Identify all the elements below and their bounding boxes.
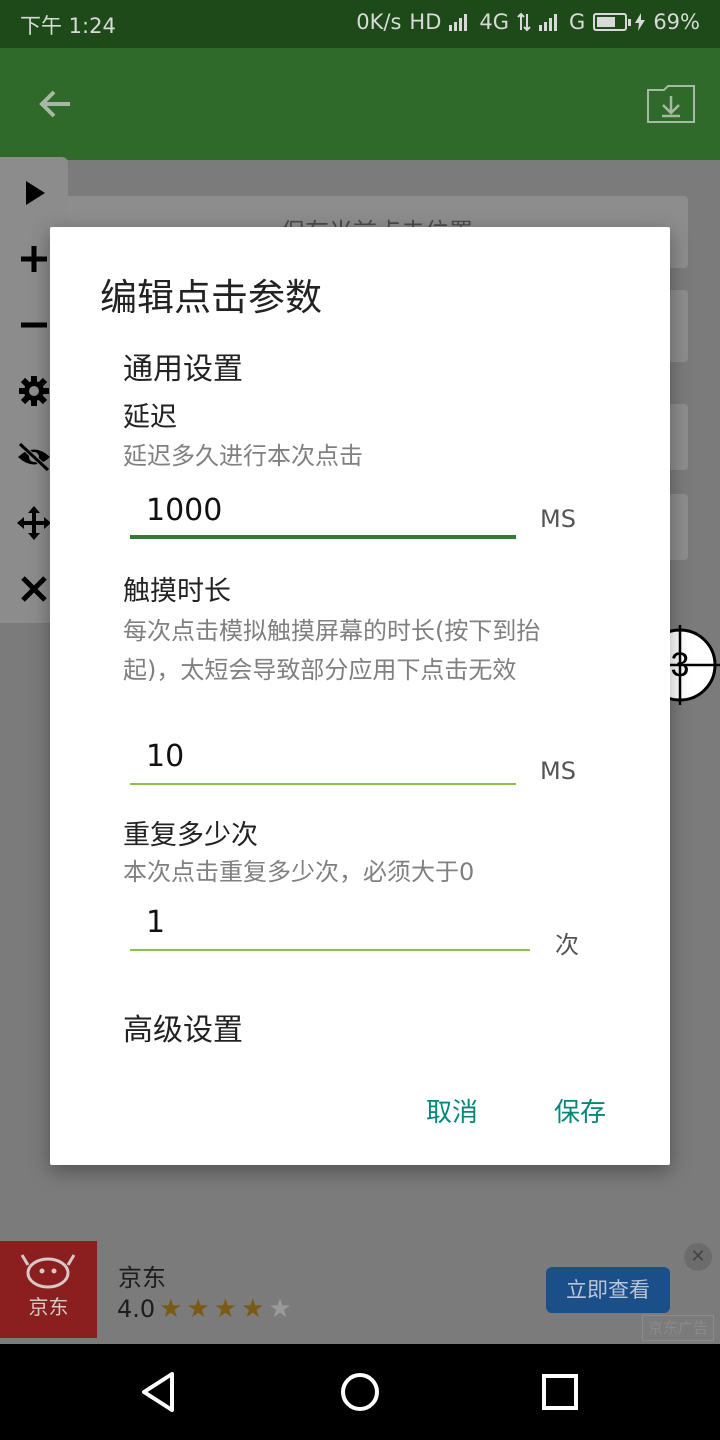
battery-percent: 69% (653, 10, 700, 34)
home-circle-icon[interactable] (336, 1368, 384, 1416)
charging-icon (635, 13, 646, 31)
touch-duration-input[interactable]: 10 (130, 735, 516, 785)
star-icon: ★ (186, 1294, 214, 1324)
ad-tag: 京东广告 (642, 1315, 714, 1341)
signal-icon (449, 14, 468, 31)
save-button[interactable]: 保存 (554, 1092, 606, 1129)
rating-stars: ★★★★★ (159, 1294, 296, 1324)
data-arrows-icon (517, 12, 531, 32)
app-toolbar (0, 48, 720, 160)
star-icon: ★ (268, 1294, 296, 1324)
advanced-section-header[interactable]: 高级设置 (123, 1005, 243, 1049)
network-type: 4G (479, 10, 510, 34)
rating-value: 4.0 (117, 1295, 156, 1323)
status-indicators: 0K/s HD 4G G 69% (356, 10, 700, 34)
star-icon: ★ (213, 1294, 242, 1324)
system-nav-bar (0, 1344, 720, 1440)
back-triangle-icon[interactable] (136, 1368, 184, 1416)
delay-input[interactable]: 1000 (130, 489, 516, 539)
play-icon[interactable] (12, 171, 56, 215)
repeat-unit: 次 (555, 931, 579, 959)
status-time: 下午 1:24 (20, 14, 116, 38)
ad-app-name: 京东 (118, 1264, 166, 1292)
touch-duration-label: 触摸时长 (123, 576, 231, 607)
status-bar: 下午 1:24 0K/s HD 4G G 69% (0, 0, 720, 48)
jd-logo: 京东 (0, 1241, 97, 1338)
delay-unit: MS (540, 505, 576, 533)
star-icon: ★ (159, 1294, 187, 1324)
ad-close-icon[interactable]: ✕ (684, 1243, 712, 1271)
delay-description: 延迟多久进行本次点击 (123, 442, 363, 470)
repeat-description: 本次点击重复多少次，必须大于0 (123, 858, 475, 886)
delay-label: 延迟 (123, 402, 177, 433)
general-section-header: 通用设置 (123, 352, 243, 387)
ad-rating: 4.0 ★★★★★ (117, 1294, 296, 1324)
carrier-label: G (569, 10, 586, 34)
touch-duration-description: 每次点击模拟触摸屏幕的时长(按下到抬起)，太短会导致部分应用下点击无效 (123, 617, 541, 684)
recents-square-icon[interactable] (536, 1368, 584, 1416)
network-speed: 0K/s (356, 10, 402, 34)
folder-download-icon[interactable] (646, 84, 696, 124)
edit-click-dialog: 编辑点击参数 通用设置 延迟 延迟多久进行本次点击 1000 MS 触摸时长 每… (50, 227, 670, 1165)
ad-banner[interactable]: 京东 京东 4.0 ★★★★★ 立即查看 ✕ 京东广告 (0, 1240, 720, 1344)
hd-label: HD (409, 10, 442, 34)
star-icon: ★ (241, 1294, 269, 1324)
ad-logo-text: 京东 (28, 1295, 69, 1319)
touch-duration-unit: MS (540, 757, 576, 785)
view-now-button[interactable]: 立即查看 (546, 1267, 670, 1313)
repeat-input[interactable]: 1 (130, 901, 530, 951)
arrow-left-icon[interactable] (36, 84, 76, 124)
dialog-title: 编辑点击参数 (100, 276, 322, 319)
battery-icon (593, 13, 632, 31)
signal-icon (539, 14, 558, 31)
cancel-button[interactable]: 取消 (426, 1092, 478, 1129)
repeat-label: 重复多少次 (123, 820, 258, 851)
